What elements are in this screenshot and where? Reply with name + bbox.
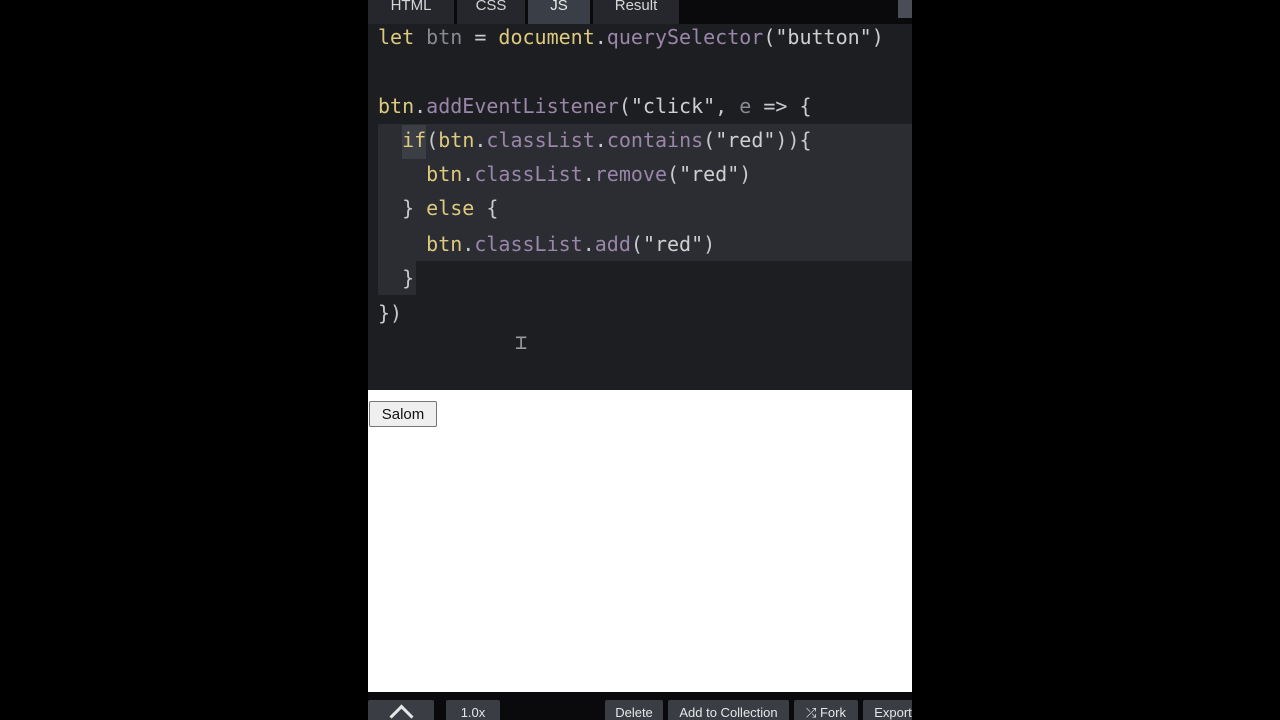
codepen-panel: HTML CSS JS Result let btn = document.qu… — [368, 0, 912, 720]
code-line-3: btn.addEventListener("click", e => { — [378, 94, 812, 118]
code-line-5: btn.classList.remove("red") — [426, 162, 752, 186]
delete-button[interactable]: Delete — [605, 700, 663, 720]
fork-button[interactable]: ⤮ Fork — [794, 700, 858, 720]
code-line-7: btn.classList.add("red") — [426, 232, 716, 256]
code-line-6: } else { — [378, 196, 499, 220]
code-line-9: }) — [378, 301, 403, 325]
code-line-4: if(btn.classList.contains("red")){ — [402, 128, 812, 152]
code-line-1: let btn = document.querySelector("button… — [378, 25, 884, 49]
chevron-up-icon — [388, 704, 414, 720]
code-line-8: } — [378, 266, 415, 290]
settings-button[interactable] — [898, 0, 912, 18]
ibeam-cursor-icon: ⌶ — [515, 330, 528, 354]
js-code-editor[interactable]: let btn = document.querySelector("button… — [368, 24, 912, 390]
add-to-collection-button[interactable]: Add to Collection — [668, 700, 789, 720]
salom-button[interactable]: Salom — [369, 401, 437, 427]
result-preview: Salom — [368, 390, 912, 692]
bottom-toolbar: 1.0x Delete Add to Collection ⤮ Fork Exp… — [368, 692, 912, 720]
collapse-toggle-button[interactable] — [368, 700, 434, 720]
zoom-button[interactable]: 1.0x — [446, 700, 500, 720]
export-button[interactable]: Export — [863, 700, 912, 720]
